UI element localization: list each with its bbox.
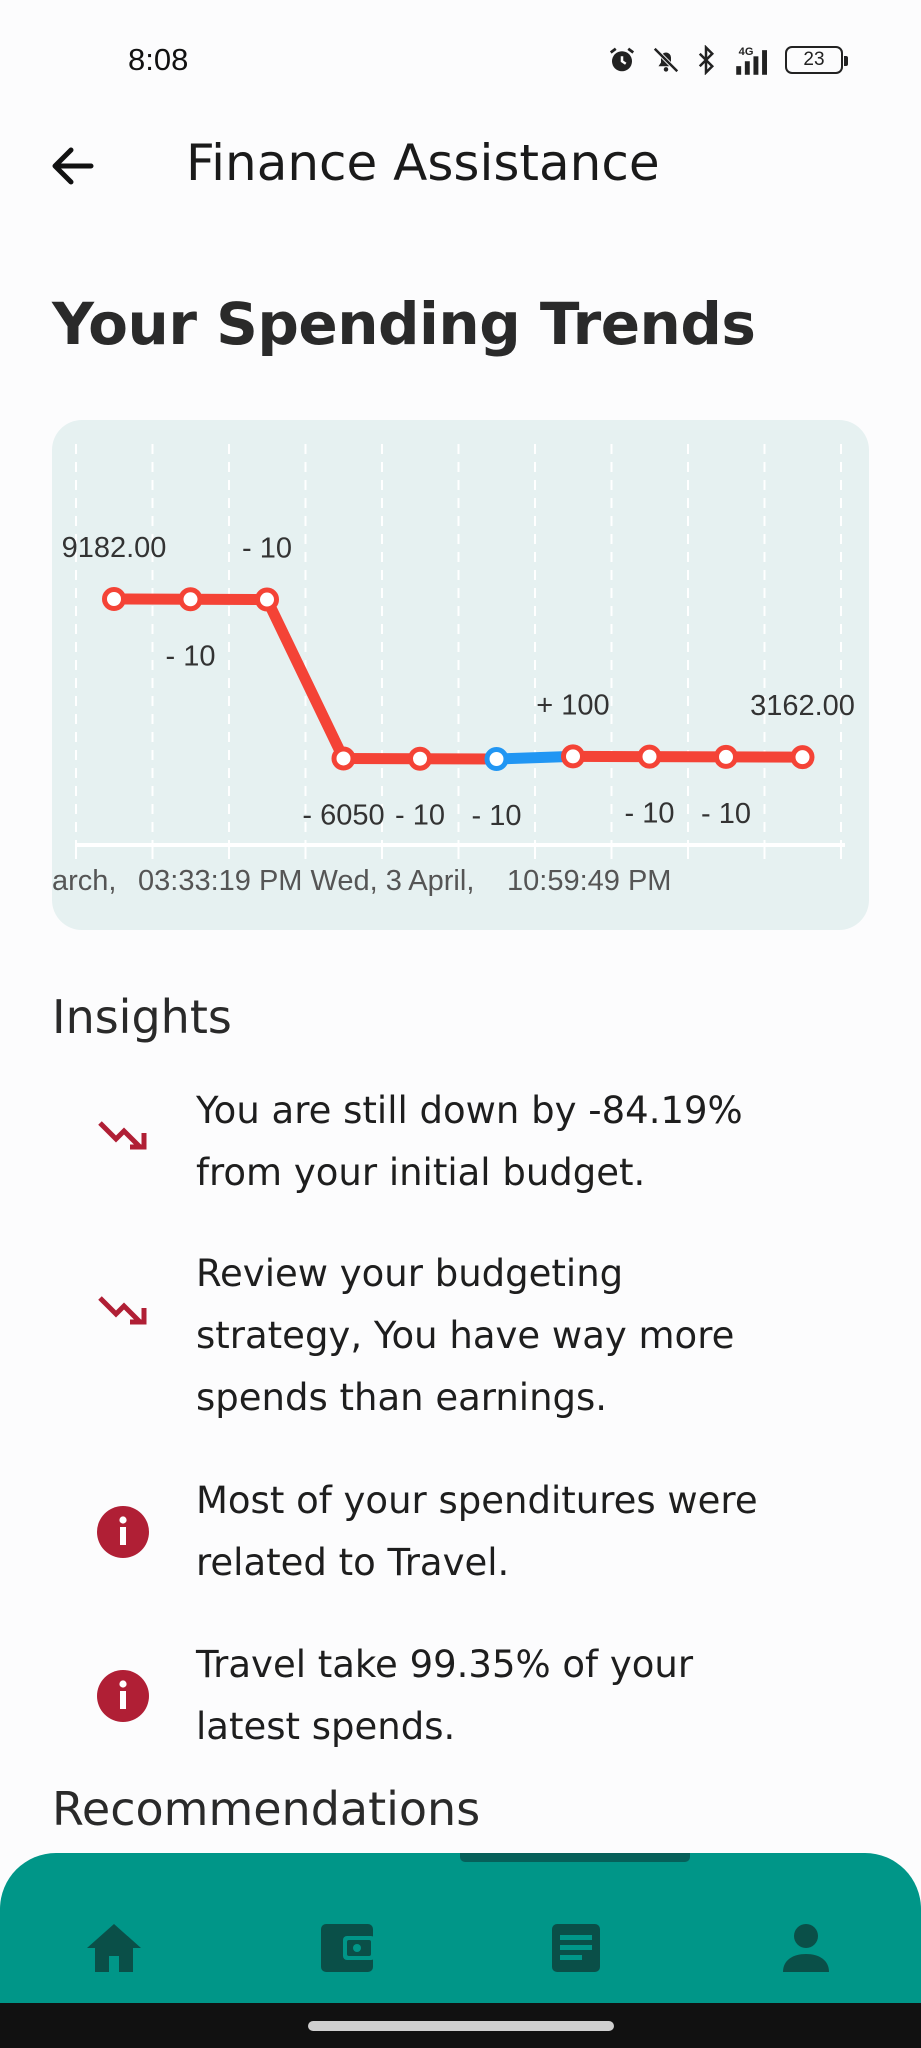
insight-text: You are still down by -84.19% from your … — [196, 1089, 743, 1194]
nav-articles[interactable] — [536, 1913, 616, 1983]
data-label: - 6050 — [302, 799, 384, 831]
insight-text: Review your budgeting strategy, You have… — [196, 1252, 735, 1419]
wallet-icon — [321, 1924, 375, 1972]
status-icons: 4G 23 — [607, 44, 848, 76]
bottom-navigation — [0, 1853, 921, 2003]
data-point — [255, 587, 279, 612]
x-tick-label: 10:59:49 PM — [507, 865, 671, 897]
data-label: - 10 — [166, 640, 216, 672]
data-label: - 10 — [242, 533, 292, 565]
data-point — [178, 587, 203, 612]
insight-text: Travel take 99.35% of your latest spends… — [196, 1643, 694, 1748]
home-gesture-handle[interactable] — [308, 2021, 614, 2031]
trending-down-icon — [94, 1108, 152, 1166]
trending-down-icon — [94, 1283, 152, 1341]
status-bar: 8:08 4G 23 — [0, 0, 921, 110]
info-icon — [94, 1503, 152, 1561]
x-tick-labels: arch, 03:33:19 PM Wed, 3 April, 10:59:49 P… — [52, 865, 671, 897]
data-label: - 10 — [625, 798, 675, 830]
page-heading: Your Spending Trends — [52, 290, 756, 358]
app-bar: Finance Assistance — [0, 120, 921, 210]
data-point — [561, 744, 585, 769]
alarm-icon — [607, 45, 637, 75]
data-point — [102, 587, 126, 611]
insights-title: Insights — [52, 990, 232, 1044]
data-point — [637, 744, 662, 769]
bell-off-icon — [651, 45, 681, 75]
chart-svg: 9182.00 - 10 - 10 - 6050 - 10 - 10 + 100 - 10 - … — [52, 444, 855, 897]
svg-text:4G: 4G — [739, 46, 754, 58]
app-title: Finance Assistance — [186, 134, 660, 192]
person-icon — [783, 1924, 829, 1972]
system-gesture-bar — [0, 2003, 921, 2048]
data-label: 3162.00 — [750, 690, 855, 722]
data-point — [331, 746, 356, 771]
arrow-left-icon — [52, 147, 94, 185]
status-time: 8:08 — [128, 42, 189, 77]
data-label: - 10 — [701, 798, 751, 830]
battery-icon: 23 — [785, 46, 848, 74]
data-label: 9182.00 — [62, 532, 167, 564]
x-tick-label: arch, — [52, 865, 116, 897]
signal-4g-icon: 4G — [731, 44, 771, 76]
data-label: - 10 — [395, 800, 445, 832]
back-button[interactable] — [44, 138, 100, 194]
info-icon — [94, 1667, 152, 1725]
data-point — [790, 745, 815, 770]
nav-profile[interactable] — [766, 1913, 846, 1983]
nav-selection-indicator — [460, 1853, 690, 1862]
article-icon — [552, 1924, 600, 1972]
bluetooth-icon — [695, 45, 717, 75]
recommendations-title: Recommendations — [52, 1782, 481, 1836]
x-tick-label: 03:33:19 PM Wed, 3 April, — [138, 865, 474, 897]
home-icon — [87, 1924, 141, 1972]
insight-text: Most of your spenditures were related to… — [196, 1479, 758, 1584]
data-label: + 100 — [536, 689, 609, 721]
spending-trend-chart[interactable]: 9182.00 - 10 - 10 - 6050 - 10 - 10 + 100 - 10 - … — [52, 420, 869, 930]
nav-home[interactable] — [74, 1913, 154, 1983]
data-label: - 10 — [472, 800, 522, 832]
data-point — [484, 747, 509, 771]
data-point — [408, 746, 432, 771]
data-point — [714, 744, 738, 769]
nav-wallet[interactable] — [307, 1913, 387, 1983]
